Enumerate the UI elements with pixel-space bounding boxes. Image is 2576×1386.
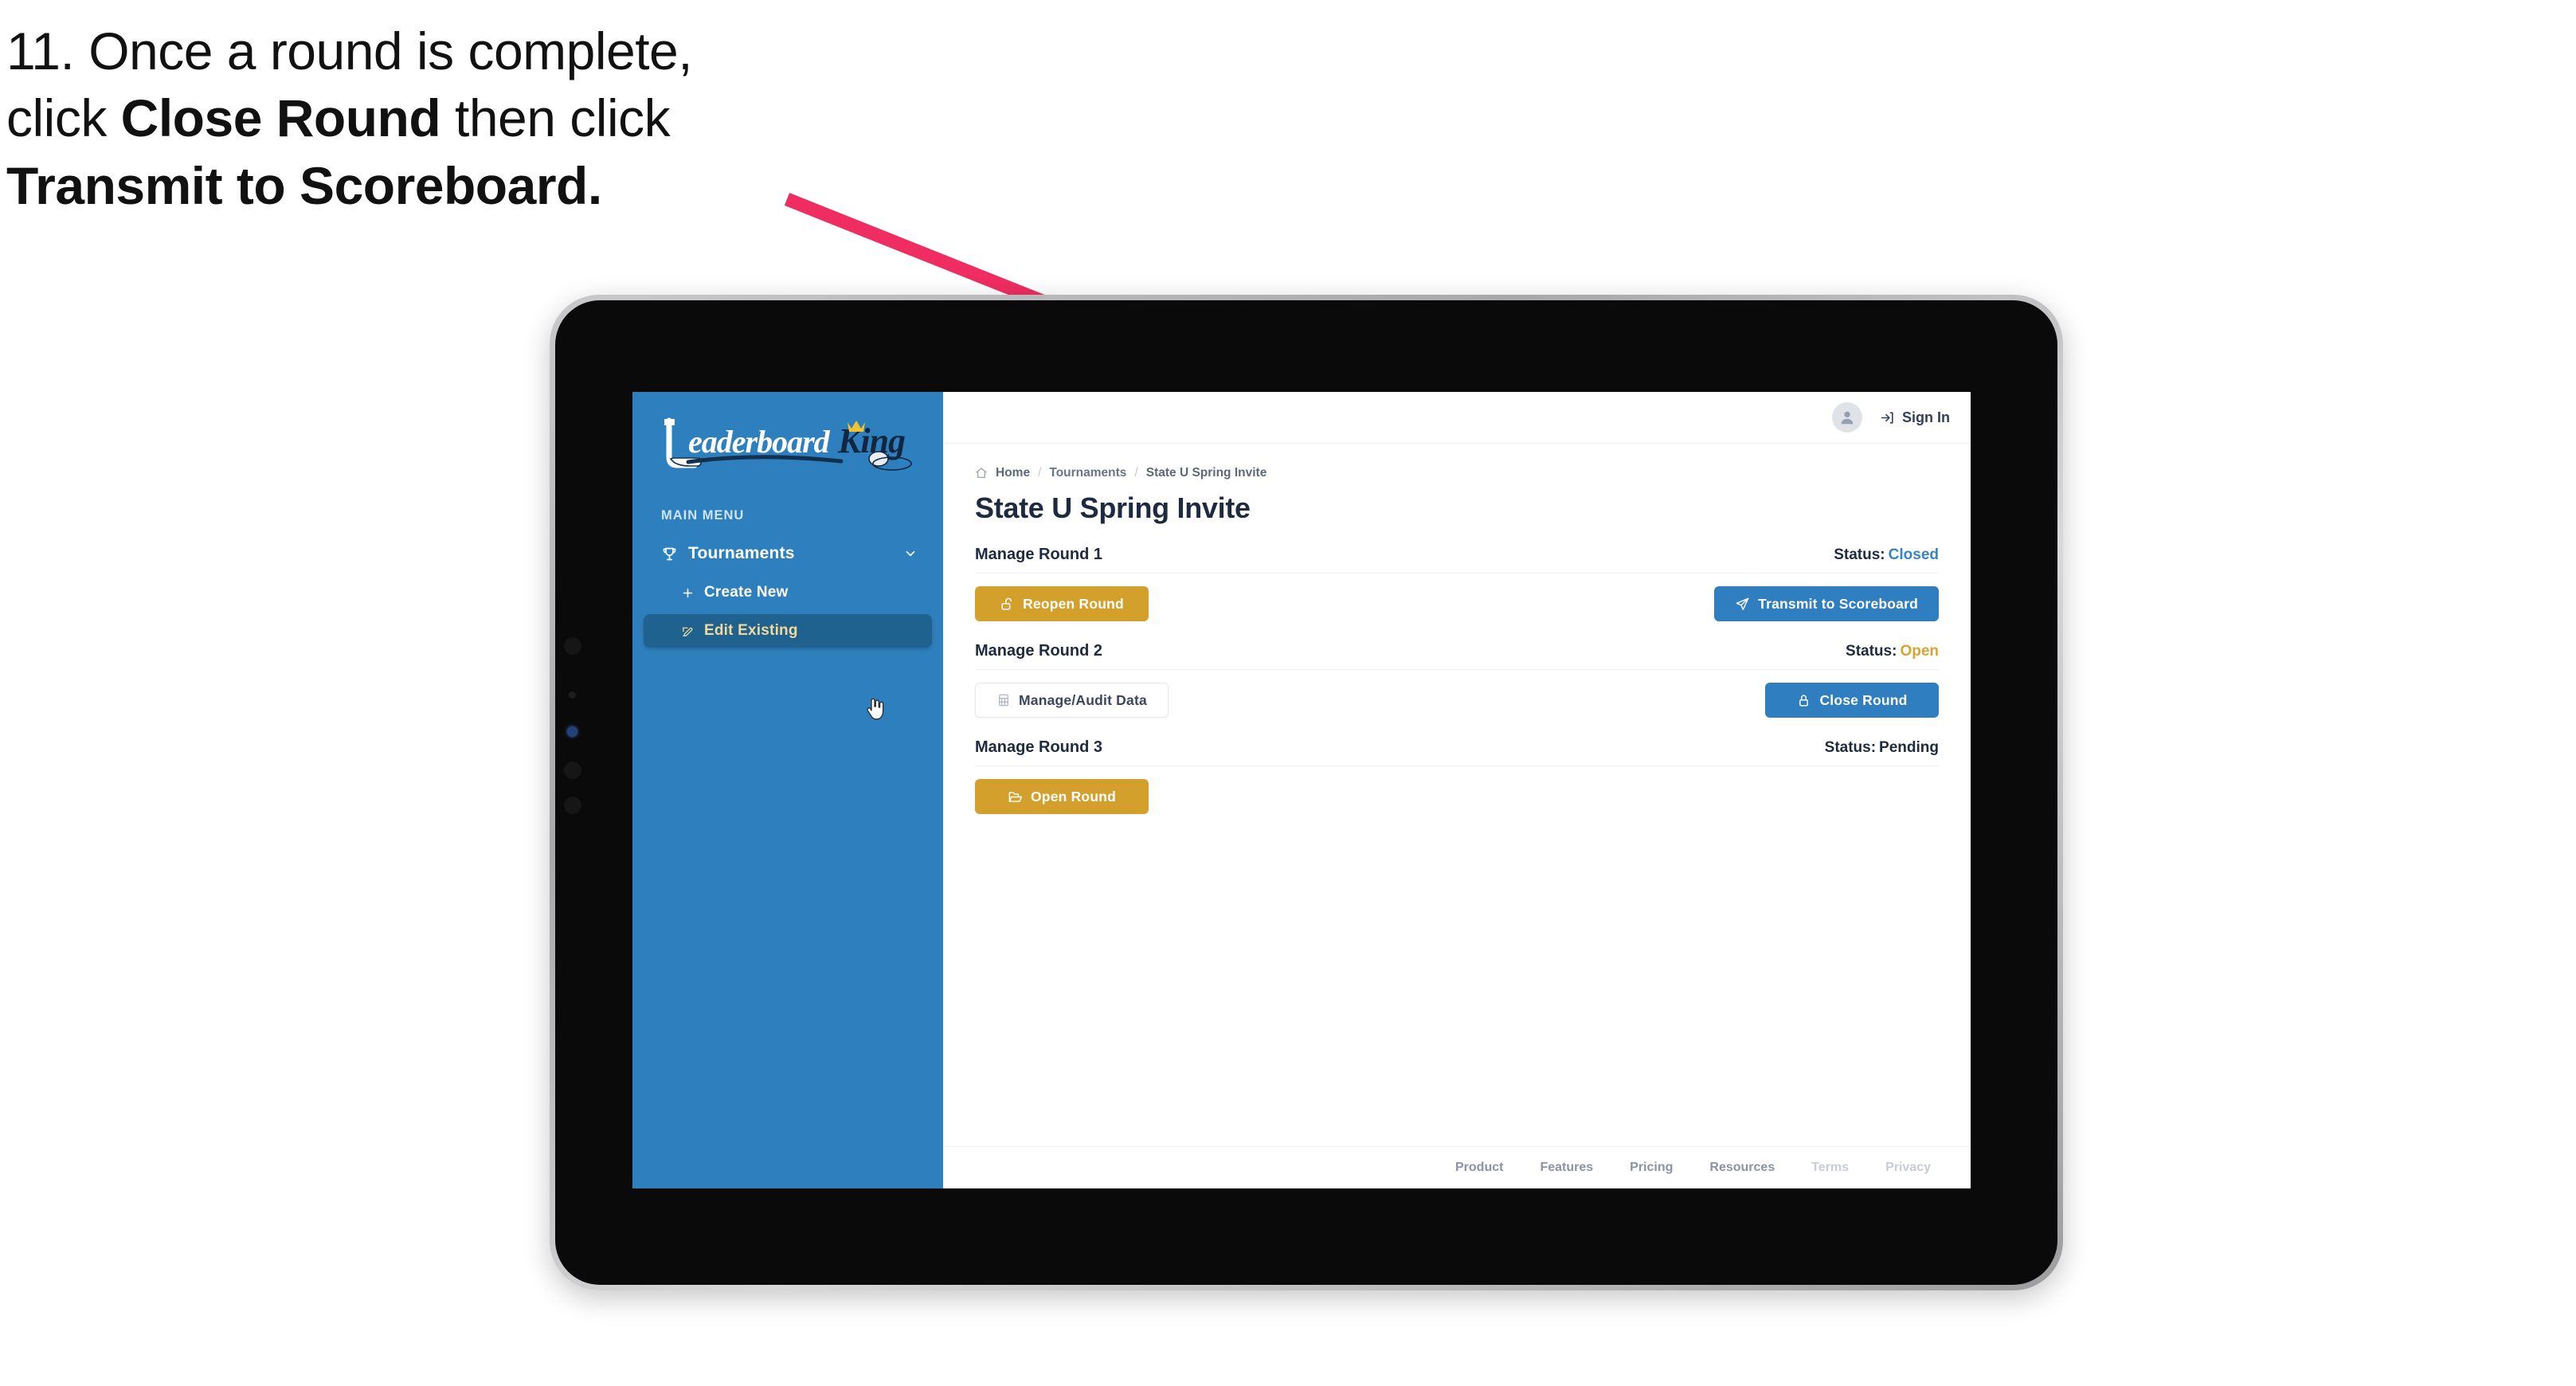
sign-in-arrow-icon — [1880, 410, 1895, 425]
sidebar-nav: Tournaments Create New Edit Existing — [632, 536, 943, 648]
tablet-sensor-dot-small — [569, 691, 576, 699]
round-block-1: Manage Round 1 Status: Closed Reopen Rou… — [975, 546, 1939, 621]
plus-icon — [677, 586, 698, 600]
sidebar-section-label: MAIN MENU — [661, 508, 745, 523]
unlock-icon — [1000, 597, 1015, 612]
round-1-status-value: Closed — [1888, 546, 1939, 563]
sidebar-item-tournaments[interactable]: Tournaments — [644, 536, 932, 571]
round-2-header: Manage Round 2 Status: Open — [975, 642, 1939, 670]
open-round-label: Open Round — [1031, 788, 1116, 805]
paper-plane-icon — [1735, 597, 1750, 612]
round-1-actions: Reopen Round Transmit to Scoreboard — [975, 586, 1939, 621]
table-grid-icon — [996, 693, 1011, 707]
instruction-line-2-suffix: then click — [440, 88, 671, 148]
user-avatar-icon[interactable] — [1832, 402, 1862, 433]
home-icon[interactable] — [975, 467, 988, 480]
instruction-line-2: click Close Round then click — [6, 84, 867, 151]
breadcrumb-item-current: State U Spring Invite — [1145, 466, 1267, 480]
tablet-speaker-dot — [564, 762, 581, 779]
sidebar-item-edit-existing[interactable]: Edit Existing — [644, 614, 932, 648]
tablet-indicator-light — [567, 726, 577, 737]
logo-graphic: eaderboard King — [664, 417, 912, 471]
breadcrumb: Home / Tournaments / State U Spring Invi… — [975, 466, 1939, 480]
sign-in-button[interactable]: Sign In — [1880, 409, 1950, 426]
manage-audit-data-button[interactable]: Manage/Audit Data — [975, 683, 1169, 718]
round-1-header: Manage Round 1 Status: Closed — [975, 546, 1939, 574]
round-3-header: Manage Round 3 Status: Pending — [975, 738, 1939, 766]
round-block-3: Manage Round 3 Status: Pending Open Roun… — [975, 738, 1939, 814]
footer-link-features[interactable]: Features — [1540, 1161, 1593, 1175]
footer-link-product[interactable]: Product — [1455, 1161, 1503, 1175]
breadcrumb-separator: / — [1038, 466, 1042, 480]
chevron-down-icon[interactable] — [903, 546, 918, 561]
open-round-button[interactable]: Open Round — [975, 779, 1149, 814]
footer-link-pricing[interactable]: Pricing — [1630, 1161, 1673, 1175]
round-1-status: Status: Closed — [1834, 546, 1939, 564]
edit-pencil-icon — [677, 624, 698, 638]
tablet-screen: eaderboard King MAIN MENU Tournaments Cr… — [632, 392, 1971, 1188]
round-2-actions: Manage/Audit Data Close Round — [975, 683, 1939, 718]
tablet-camera-dot — [564, 637, 581, 655]
app-logo[interactable]: eaderboard King — [632, 392, 943, 483]
open-folder-icon — [1008, 789, 1023, 805]
instruction-line-3: Transmit to Scoreboard. — [6, 155, 602, 215]
round-3-actions: Open Round — [975, 779, 1939, 814]
transmit-to-scoreboard-label: Transmit to Scoreboard — [1758, 595, 1918, 612]
round-block-2: Manage Round 2 Status: Open Manage/Audit… — [975, 642, 1939, 718]
reopen-round-button[interactable]: Reopen Round — [975, 586, 1149, 621]
round-2-status-value: Open — [1900, 643, 1939, 660]
round-2-name: Manage Round 2 — [975, 642, 1103, 660]
close-round-label: Close Round — [1819, 691, 1908, 708]
footer-link-terms[interactable]: Terms — [1811, 1161, 1849, 1175]
round-1-name: Manage Round 1 — [975, 546, 1103, 563]
footer-link-resources[interactable]: Resources — [1709, 1161, 1775, 1175]
page-title: State U Spring Invite — [975, 491, 1251, 524]
pointing-hand-cursor — [865, 697, 886, 721]
footer-link-privacy[interactable]: Privacy — [1885, 1161, 1931, 1175]
page-content: Home / Tournaments / State U Spring Invi… — [943, 444, 1971, 1146]
tablet-device-mockup: eaderboard King MAIN MENU Tournaments Cr… — [550, 295, 2063, 1290]
sidebar-item-create-new-label: Create New — [704, 584, 789, 601]
round-2-status: Status: Open — [1846, 643, 1939, 660]
trophy-icon — [658, 546, 680, 562]
round-3-name: Manage Round 3 — [975, 738, 1103, 756]
lock-icon — [1796, 693, 1811, 708]
sidebar-item-tournaments-label: Tournaments — [688, 544, 795, 562]
round-3-status: Status: Pending — [1825, 739, 1939, 757]
round-1-status-label: Status: — [1834, 546, 1885, 563]
manage-audit-data-label: Manage/Audit Data — [1019, 691, 1147, 708]
sign-in-label: Sign In — [1902, 409, 1950, 425]
transmit-to-scoreboard-button[interactable]: Transmit to Scoreboard — [1714, 586, 1939, 621]
round-2-status-label: Status: — [1846, 643, 1897, 660]
instruction-line-1: 11. Once a round is complete, — [6, 22, 693, 80]
breadcrumb-item-home[interactable]: Home — [996, 466, 1030, 480]
sidebar-item-edit-existing-label: Edit Existing — [704, 622, 798, 639]
instruction-line-2-prefix: click — [6, 88, 121, 148]
sidebar-item-create-new[interactable]: Create New — [644, 576, 932, 609]
tablet-sensor-cluster — [562, 637, 583, 820]
tablet-mic-dot — [564, 797, 581, 814]
instruction-close-round-emphasis: Close Round — [120, 88, 441, 148]
top-bar: Sign In — [943, 392, 1971, 444]
sidebar: eaderboard King MAIN MENU Tournaments Cr… — [632, 392, 943, 1188]
instruction-callout: 11. Once a round is complete, click Clos… — [6, 18, 867, 219]
breadcrumb-item-tournaments[interactable]: Tournaments — [1049, 466, 1126, 480]
close-round-button[interactable]: Close Round — [1765, 683, 1939, 718]
footer: Product Features Pricing Resources Terms… — [943, 1146, 1971, 1188]
main-panel: Sign In Home / Tournaments / State U Spr… — [943, 392, 1971, 1188]
reopen-round-label: Reopen Round — [1023, 595, 1124, 612]
svg-text:eaderboard: eaderboard — [688, 424, 831, 460]
round-3-status-value: Pending — [1879, 739, 1939, 756]
breadcrumb-separator: / — [1134, 466, 1138, 480]
round-3-status-label: Status: — [1824, 739, 1877, 756]
